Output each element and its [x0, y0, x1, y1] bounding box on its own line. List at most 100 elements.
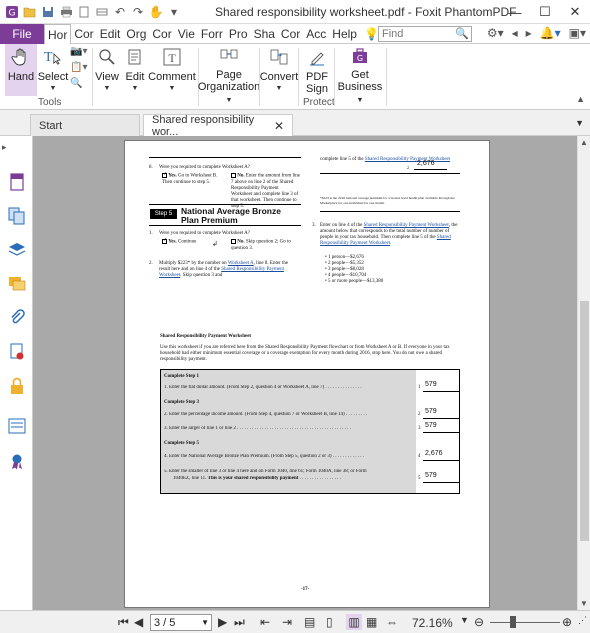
last-page-icon[interactable]: ⏭	[234, 615, 245, 630]
facing-page-icon[interactable]: ▦	[366, 615, 377, 629]
clipboard-icon[interactable]: 📋▾	[70, 62, 87, 76]
layers-pages-icon[interactable]	[7, 206, 27, 226]
select-tool-button[interactable]: T Select ▼	[38, 44, 69, 96]
maximize-icon[interactable]: ☐	[530, 0, 560, 24]
tools-group-label: Tools	[38, 97, 62, 108]
hand-tool-quick-icon[interactable]: ✋	[148, 4, 164, 20]
minimize-icon[interactable]: —	[500, 0, 530, 24]
layers-icon[interactable]	[7, 240, 27, 260]
notification-bell-icon[interactable]: 🔔▾	[540, 26, 561, 40]
document-tab-bar: Start Shared responsibility wor... ✕ ▼	[0, 110, 590, 138]
tab-view[interactable]: Vie	[175, 24, 198, 44]
form-fields-icon[interactable]	[7, 416, 27, 436]
user-account-icon[interactable]: ▣▾	[569, 26, 586, 40]
lightbulb-icon[interactable]: 💡	[364, 27, 379, 41]
right-top-value: 2,676	[417, 160, 435, 167]
scan-icon[interactable]	[94, 4, 110, 20]
next-view-icon[interactable]: ⇥	[282, 615, 292, 629]
vertical-scrollbar[interactable]: ▲ ▼	[577, 136, 590, 610]
zoom-fit-icon[interactable]: ⇔	[386, 615, 398, 629]
tab-start[interactable]: Start	[30, 114, 140, 136]
s5-q3-text: Enter on line 4 of the Shared Responsibi…	[320, 223, 458, 246]
tab-edit[interactable]: Edit	[97, 24, 124, 44]
find-input[interactable]: Find 🔍	[378, 26, 472, 42]
page-number-input[interactable]: 3 / 5 ▼	[150, 614, 212, 631]
zoom-slider[interactable]	[490, 622, 560, 623]
security-lock-icon[interactable]	[7, 376, 27, 396]
scrollbar-thumb[interactable]	[580, 301, 589, 541]
status-bar: ⏮ ◀ 3 / 5 ▼ ▶ ⏭ ⇤ ⇥ ▤ ▯ ▥ ▦ ⇔ 72.16% ▼ ⊖…	[0, 610, 590, 633]
window-controls: — ☐ ✕	[500, 0, 590, 24]
tab-comment[interactable]: Cor	[149, 24, 174, 44]
page-organization-button[interactable]: Page Organization ▼	[198, 44, 260, 104]
zoom-dropdown-icon[interactable]: ▼	[460, 615, 469, 625]
convert-button[interactable]: Convert ▼	[260, 44, 298, 96]
search-icon[interactable]: 🔍	[455, 27, 469, 40]
edit-document-icon	[123, 46, 147, 68]
tab-list-dropdown-icon[interactable]: ▼	[575, 118, 584, 128]
pdf-page: 8. Were you required to complete Workshe…	[124, 140, 490, 608]
checkbox-empty-icon	[231, 173, 236, 178]
tab-form[interactable]: Forr	[198, 24, 226, 44]
back-icon[interactable]: ◂	[512, 26, 518, 40]
tab-home[interactable]: Hor	[44, 23, 72, 44]
pen-sign-icon	[305, 46, 329, 68]
tab-connect[interactable]: Cor	[278, 24, 303, 44]
find-placeholder: Find	[382, 28, 404, 40]
q8-text: Were you required to complete Worksheet …	[159, 165, 251, 170]
expand-panel-icon[interactable]: ▸	[2, 142, 7, 153]
close-icon[interactable]: ✕	[560, 0, 590, 24]
open-folder-icon[interactable]	[22, 4, 38, 20]
next-page-icon[interactable]: ▶	[218, 615, 227, 629]
undo-icon[interactable]: ↶	[112, 4, 128, 20]
attachments-icon[interactable]	[7, 308, 27, 328]
scroll-up-icon[interactable]: ▲	[580, 138, 588, 147]
continuous-page-icon[interactable]: ▥	[346, 614, 362, 630]
tab-organize[interactable]: Org	[123, 24, 149, 44]
single-page-icon[interactable]: ▯	[326, 615, 333, 629]
pages-icon[interactable]	[7, 172, 27, 192]
app-logo-icon: G	[4, 4, 20, 20]
snapshot-icon[interactable]: 📷▾	[70, 46, 87, 60]
previous-view-icon[interactable]: ⇤	[260, 615, 270, 629]
document-view[interactable]: 8. Were you required to complete Workshe…	[33, 136, 577, 610]
comment-button[interactable]: T Comment ▼	[148, 44, 196, 96]
scroll-down-icon[interactable]: ▼	[580, 599, 588, 608]
svg-text:T: T	[44, 50, 53, 65]
zoom-small-icon[interactable]: 🔍	[70, 78, 87, 92]
get-business-button[interactable]: G Get Business ▼	[337, 44, 383, 104]
comments-icon[interactable]	[7, 274, 27, 294]
save-icon[interactable]	[40, 4, 56, 20]
line5-value: 579	[425, 472, 437, 479]
forward-icon[interactable]: ▸	[526, 26, 532, 40]
tab-active-document[interactable]: Shared responsibility wor... ✕	[143, 114, 293, 138]
collapse-ribbon-icon[interactable]: ▲	[576, 94, 585, 104]
svg-text:G: G	[9, 8, 16, 18]
tab-help[interactable]: Help	[329, 24, 360, 44]
zoom-out-icon[interactable]: ⊖	[474, 615, 484, 629]
first-page-icon[interactable]: ⏮	[118, 615, 129, 630]
customize-toolbar-icon[interactable]: ▾	[166, 4, 182, 20]
close-tab-icon[interactable]: ✕	[274, 119, 284, 133]
zoom-slider-handle[interactable]	[510, 616, 516, 628]
page-dropdown-icon[interactable]: ▼	[201, 618, 209, 627]
view-button[interactable]: View ▼	[94, 44, 120, 96]
redo-icon[interactable]: ↷	[130, 4, 146, 20]
file-menu-button[interactable]: File	[0, 23, 44, 44]
tab-share[interactable]: Sha	[251, 24, 278, 44]
edit-button[interactable]: Edit ▼	[122, 44, 148, 96]
pdf-sign-button[interactable]: PDF Sign	[302, 44, 332, 96]
certificate-icon[interactable]	[7, 452, 27, 472]
signatures-icon[interactable]	[7, 342, 27, 362]
hand-tool-button[interactable]: Hand	[5, 44, 37, 96]
tab-protect[interactable]: Pro	[226, 24, 251, 44]
previous-page-icon[interactable]: ◀	[134, 615, 143, 629]
ribbon-tab-bar: File Hor Cor Edit Org Cor Vie Forr Pro S…	[0, 23, 590, 44]
zoom-in-icon[interactable]: ⊕	[562, 615, 572, 629]
settings-gear-icon[interactable]: ⚙▾	[487, 26, 504, 40]
print-icon[interactable]	[58, 4, 74, 20]
page-layout-icon[interactable]: ▤	[304, 615, 315, 629]
new-document-icon[interactable]	[76, 4, 92, 20]
tab-accessibility[interactable]: Acc	[303, 24, 329, 44]
tab-convert[interactable]: Cor	[71, 24, 96, 44]
